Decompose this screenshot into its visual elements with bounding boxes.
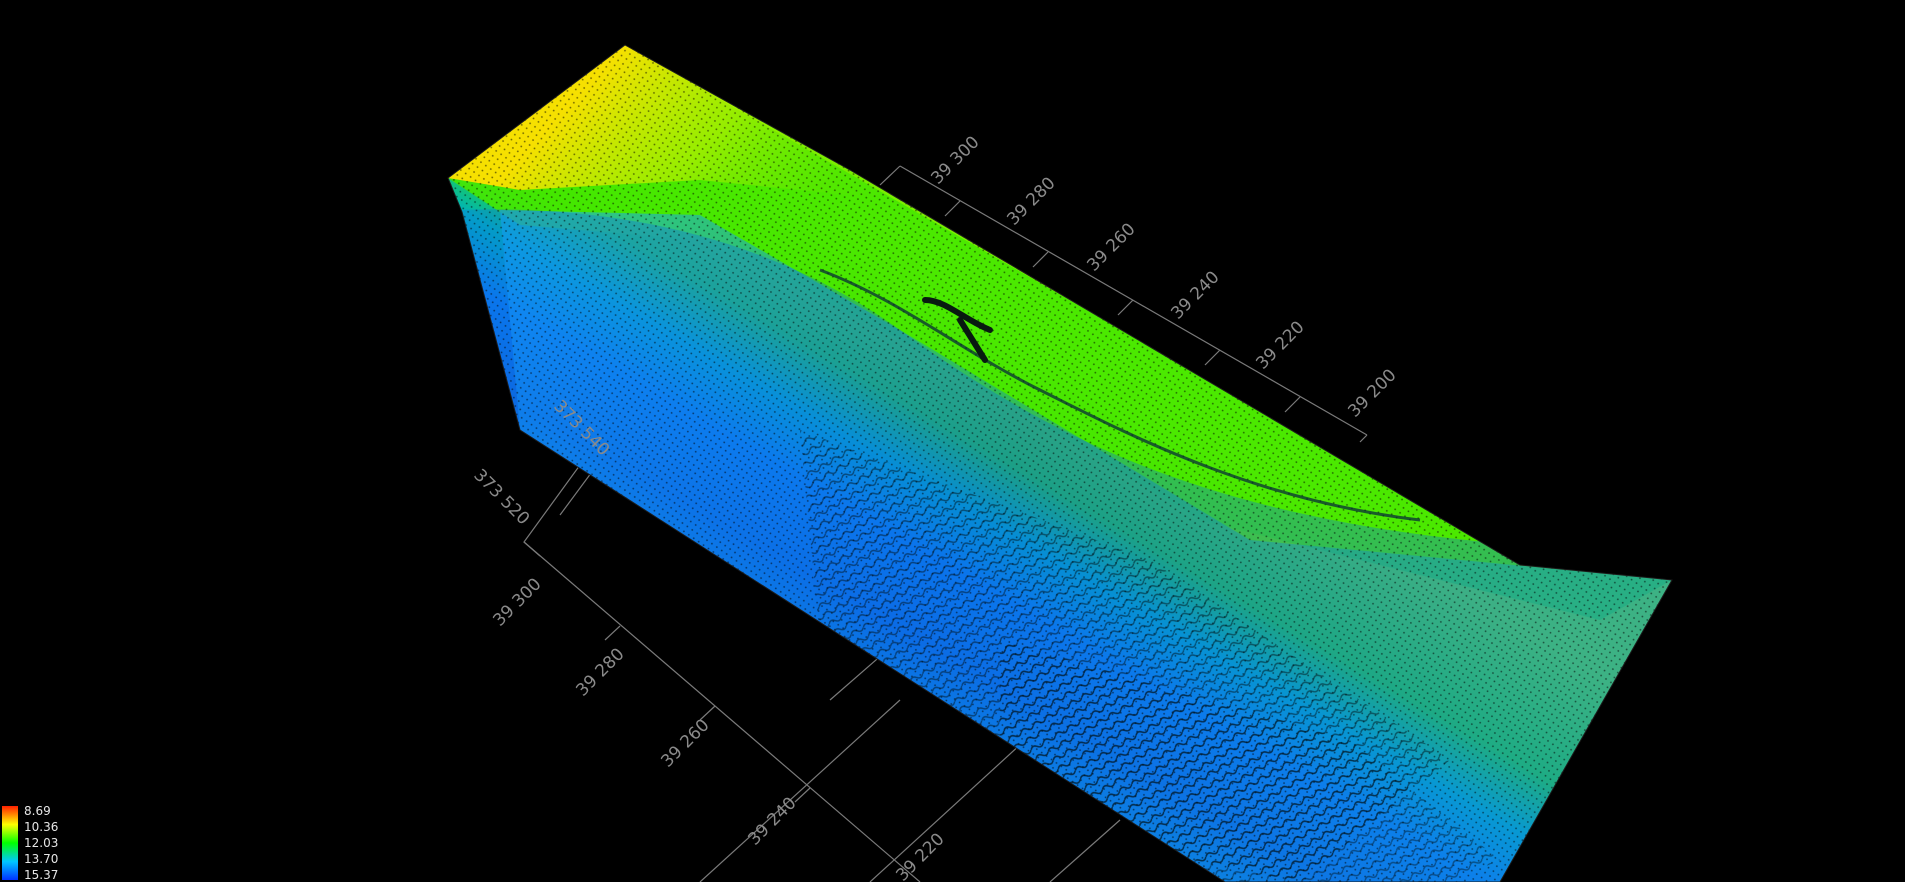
legend-label-2: 12.03 bbox=[24, 836, 59, 850]
axis-label: 39 300 bbox=[927, 132, 983, 188]
point-cloud-surface bbox=[447, 44, 1673, 882]
legend-label-3: 13.70 bbox=[24, 852, 59, 866]
axis-label: 39 300 bbox=[489, 574, 545, 630]
legend-label-4: 15.37 bbox=[24, 868, 59, 882]
legend-label-1: 10.36 bbox=[24, 820, 59, 834]
depth-color-legend: 8.69 10.36 12.03 13.70 15.37 bbox=[2, 804, 72, 882]
3d-viewport[interactable]: 39 300 39 280 39 260 39 240 39 220 39 20… bbox=[0, 0, 1905, 882]
axis-label: 39 260 bbox=[657, 715, 713, 771]
axis-label: 39 280 bbox=[1003, 173, 1059, 229]
legend-label-0: 8.69 bbox=[24, 804, 51, 818]
axis-label: 39 240 bbox=[1167, 267, 1223, 323]
axis-label: 39 200 bbox=[1344, 365, 1400, 421]
axis-label: 39 220 bbox=[1252, 317, 1308, 373]
axis-label: 39 220 bbox=[892, 829, 948, 882]
axis-label: 373 520 bbox=[469, 465, 533, 529]
axis-label: 39 280 bbox=[572, 644, 628, 700]
axis-label: 39 240 bbox=[744, 793, 800, 849]
axis-label: 39 260 bbox=[1083, 219, 1139, 275]
legend-color-bar bbox=[2, 806, 18, 880]
point-cloud-scene[interactable]: 39 300 39 280 39 260 39 240 39 220 39 20… bbox=[0, 0, 1905, 882]
